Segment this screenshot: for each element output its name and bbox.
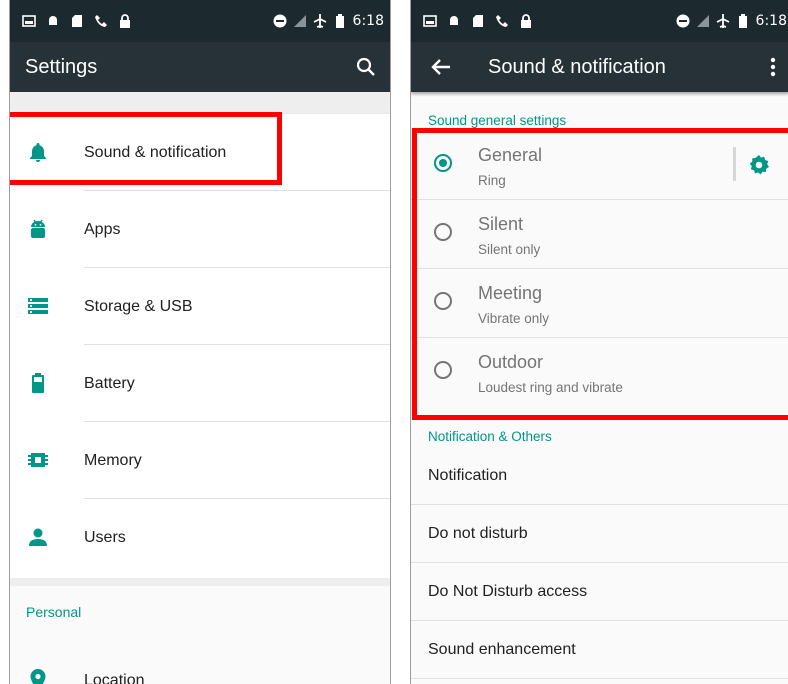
screenshot-icon <box>423 14 437 28</box>
divider <box>411 678 788 679</box>
settings-item-label: Sound enhancement <box>428 641 576 658</box>
settings-item-label: Memory <box>84 452 142 469</box>
airplane-mode-icon <box>313 14 327 28</box>
phone-icon <box>495 14 509 28</box>
android-notification-icon <box>46 14 60 28</box>
android-icon <box>26 217 50 241</box>
app-bar: Settings <box>10 42 390 92</box>
status-bar: 6:18 <box>10 0 390 42</box>
profile-subtitle: Silent only <box>478 242 541 257</box>
phone-icon <box>94 14 108 28</box>
profile-subtitle: Ring <box>478 173 506 188</box>
profile-title: Silent <box>478 214 524 234</box>
section-header-notification-others: Notification & Others <box>428 429 552 444</box>
settings-item-sound-enhancement[interactable]: Sound enhancement <box>411 621 788 679</box>
settings-item-location[interactable]: Location <box>10 644 390 684</box>
profile-option-meeting[interactable]: Meeting Vibrate only <box>411 269 788 338</box>
settings-item-label: Location <box>84 672 145 684</box>
settings-item-sound-notification[interactable]: Sound & notification <box>10 114 390 191</box>
clock: 6:18 <box>755 13 787 29</box>
device-settings-list: Sound & notification Apps Storage & USB … <box>10 114 390 578</box>
profile-option-outdoor[interactable]: Outdoor Loudest ring and vibrate <box>411 338 788 407</box>
location-pin-icon <box>26 668 50 684</box>
settings-item-label: Do not disturb <box>428 525 528 542</box>
lock-icon <box>118 14 132 28</box>
screenshot-icon <box>22 14 36 28</box>
radio-button[interactable] <box>434 292 452 310</box>
profile-title: General <box>478 145 543 165</box>
profile-title: Outdoor <box>478 352 544 372</box>
settings-item-label: Storage & USB <box>84 298 193 315</box>
search-icon[interactable] <box>354 55 378 79</box>
settings-item-label: Battery <box>84 375 135 392</box>
battery-status-icon <box>736 14 750 28</box>
no-signal-icon <box>696 14 710 28</box>
settings-screen: 6:18 Settings Sound & notification Apps … <box>9 0 391 684</box>
settings-item-label: Do Not Disturb access <box>428 583 588 600</box>
settings-item-battery[interactable]: Battery <box>10 345 390 422</box>
profile-subtitle: Loudest ring and vibrate <box>478 380 623 395</box>
personal-section: Personal Location <box>10 578 390 684</box>
profile-title: Meeting <box>478 283 543 303</box>
settings-item-storage-usb[interactable]: Storage & USB <box>10 268 390 345</box>
settings-item-dnd-access[interactable]: Do Not Disturb access <box>411 563 788 621</box>
profile-subtitle: Vibrate only <box>478 311 550 326</box>
storage-icon <box>26 294 50 318</box>
page-title: Settings <box>25 56 98 78</box>
airplane-mode-icon <box>716 14 730 28</box>
sd-card-icon <box>70 14 84 28</box>
arrow-back-icon[interactable] <box>429 55 453 79</box>
do-not-disturb-icon <box>273 14 287 28</box>
settings-item-notification[interactable]: Notification <box>411 447 788 505</box>
settings-item-users[interactable]: Users <box>10 499 390 576</box>
clock: 6:18 <box>352 13 384 29</box>
settings-item-memory[interactable]: Memory <box>10 422 390 499</box>
person-icon <box>26 525 50 549</box>
settings-item-label: Sound & notification <box>84 144 227 161</box>
profile-option-silent[interactable]: Silent Silent only <box>411 200 788 269</box>
radio-button-selected[interactable] <box>434 154 452 172</box>
android-notification-icon <box>447 14 461 28</box>
list-top-spacer <box>10 92 390 114</box>
settings-item-label: Apps <box>84 221 121 238</box>
app-bar: Sound & notification <box>411 42 788 92</box>
sound-notification-screen: 6:18 Sound & notification Sound general … <box>410 0 788 684</box>
radio-button[interactable] <box>434 361 452 379</box>
settings-item-do-not-disturb[interactable]: Do not disturb <box>411 505 788 563</box>
status-bar: 6:18 <box>411 0 788 42</box>
settings-item-label: Notification <box>428 467 508 484</box>
page-title: Sound & notification <box>488 56 666 78</box>
do-not-disturb-icon <box>676 14 690 28</box>
battery-status-icon <box>333 14 347 28</box>
sd-card-icon <box>471 14 485 28</box>
vertical-divider <box>733 147 736 181</box>
settings-item-apps[interactable]: Apps <box>10 191 390 268</box>
memory-icon <box>26 448 50 472</box>
section-header-sound-general: Sound general settings <box>428 113 567 128</box>
no-signal-icon <box>293 14 307 28</box>
gear-icon[interactable] <box>747 153 771 177</box>
profile-option-general[interactable]: General Ring <box>411 131 788 200</box>
radio-button[interactable] <box>434 223 452 241</box>
section-header-personal: Personal <box>26 604 82 620</box>
more-vert-icon[interactable] <box>761 55 785 79</box>
battery-icon <box>26 371 50 395</box>
bell-icon <box>26 140 50 164</box>
lock-icon <box>519 14 533 28</box>
settings-item-label: Users <box>84 529 126 546</box>
